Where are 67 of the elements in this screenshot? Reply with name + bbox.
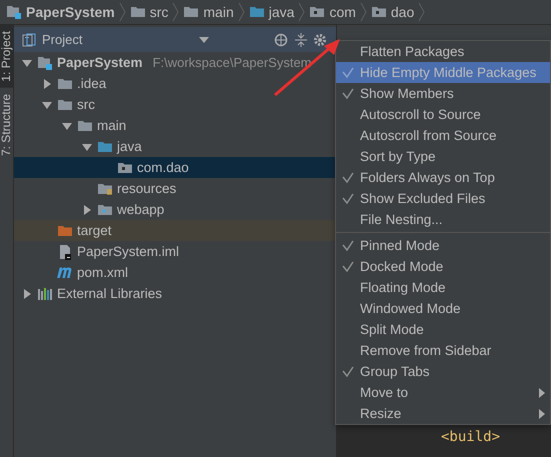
tree-item[interactable]: webapp bbox=[117, 202, 164, 217]
expanded-arrow-icon[interactable] bbox=[22, 58, 32, 68]
menu-item[interactable]: Flatten Packages bbox=[336, 41, 550, 62]
tree-item[interactable]: java bbox=[117, 139, 142, 154]
expanded-arrow-icon[interactable] bbox=[42, 100, 52, 110]
menu-item[interactable]: Pinned Mode bbox=[336, 235, 550, 256]
tool-window-tab[interactable]: 7: Structure bbox=[0, 88, 13, 162]
chevron-icon bbox=[298, 2, 306, 22]
package-icon bbox=[309, 4, 326, 20]
tree-item[interactable]: target bbox=[77, 223, 112, 238]
menu-item[interactable]: Show Excluded Files bbox=[336, 188, 550, 209]
maven-icon bbox=[57, 267, 73, 278]
chevron-icon bbox=[360, 2, 367, 22]
menu-item[interactable]: Autoscroll from Source bbox=[336, 125, 550, 146]
breadcrumb-item[interactable]: java bbox=[244, 1, 298, 23]
folder-icon bbox=[183, 4, 200, 20]
menu-item[interactable]: Autoscroll to Source bbox=[336, 104, 550, 125]
menu-item[interactable]: Windowed Mode bbox=[336, 298, 550, 319]
project-path: F:\workspace\PaperSystem bbox=[152, 55, 312, 70]
menu-item[interactable]: File Nesting... bbox=[336, 209, 550, 230]
dropdown-icon[interactable] bbox=[199, 36, 210, 44]
package-icon bbox=[370, 4, 387, 20]
menu-item[interactable]: Docked Mode bbox=[336, 256, 550, 277]
breadcrumb-item[interactable]: main bbox=[179, 1, 238, 23]
menu-item[interactable]: Group Tabs bbox=[336, 361, 550, 382]
breadcrumb-item[interactable]: com bbox=[305, 1, 360, 23]
tree-item[interactable]: resources bbox=[117, 181, 176, 196]
tool-window-tab[interactable]: 1: Project bbox=[0, 25, 13, 88]
tree-item[interactable]: PaperSystem bbox=[57, 55, 143, 70]
menu-item[interactable]: Move to bbox=[336, 382, 550, 403]
folder-icon bbox=[130, 4, 146, 20]
tree-item[interactable]: .idea bbox=[77, 76, 106, 91]
menu-item[interactable]: Floating Mode bbox=[336, 277, 550, 298]
menu-item[interactable]: Split Mode bbox=[336, 319, 550, 340]
menu-item[interactable]: Folders Always on Top bbox=[336, 167, 550, 188]
folder-icon bbox=[248, 4, 265, 20]
collapsed-arrow-icon[interactable] bbox=[42, 78, 52, 88]
menu-item[interactable]: Resize bbox=[336, 403, 550, 424]
breadcrumb-item[interactable]: PaperSystem bbox=[2, 1, 119, 23]
panel-title: Project bbox=[42, 32, 82, 47]
menu-item[interactable]: Show Members bbox=[336, 83, 550, 104]
collapse-all-icon[interactable] bbox=[294, 32, 308, 46]
tree-item[interactable]: com.dao bbox=[137, 160, 189, 175]
module-icon bbox=[6, 4, 22, 20]
file-icon bbox=[57, 244, 73, 260]
tree-item[interactable]: PaperSystem.iml bbox=[77, 244, 180, 259]
tree-item[interactable]: pom.xml bbox=[77, 265, 128, 280]
code-line: <build> bbox=[441, 429, 502, 447]
module-icon bbox=[37, 54, 53, 70]
chevron-icon bbox=[418, 2, 426, 22]
tree-item[interactable]: src bbox=[77, 97, 95, 112]
breadcrumb-item[interactable]: dao bbox=[366, 1, 418, 23]
menu-item[interactable]: Remove from Sidebar bbox=[336, 340, 550, 361]
breadcrumb-item[interactable]: src bbox=[126, 1, 172, 23]
tree-item[interactable]: External Libraries bbox=[57, 286, 162, 301]
chevron-icon bbox=[238, 2, 245, 22]
collapsed-arrow-icon[interactable] bbox=[22, 288, 32, 298]
chevron-icon bbox=[172, 2, 180, 22]
project-view-icon bbox=[22, 32, 36, 46]
tree-item[interactable]: main bbox=[97, 118, 126, 133]
collapsed-arrow-icon[interactable] bbox=[82, 204, 92, 214]
libraries-icon bbox=[37, 286, 53, 302]
chevron-icon bbox=[118, 2, 126, 22]
expanded-arrow-icon[interactable] bbox=[82, 142, 92, 152]
expanded-arrow-icon[interactable] bbox=[62, 120, 72, 130]
target-icon[interactable] bbox=[274, 32, 288, 46]
menu-item[interactable]: Sort by Type bbox=[336, 146, 550, 167]
